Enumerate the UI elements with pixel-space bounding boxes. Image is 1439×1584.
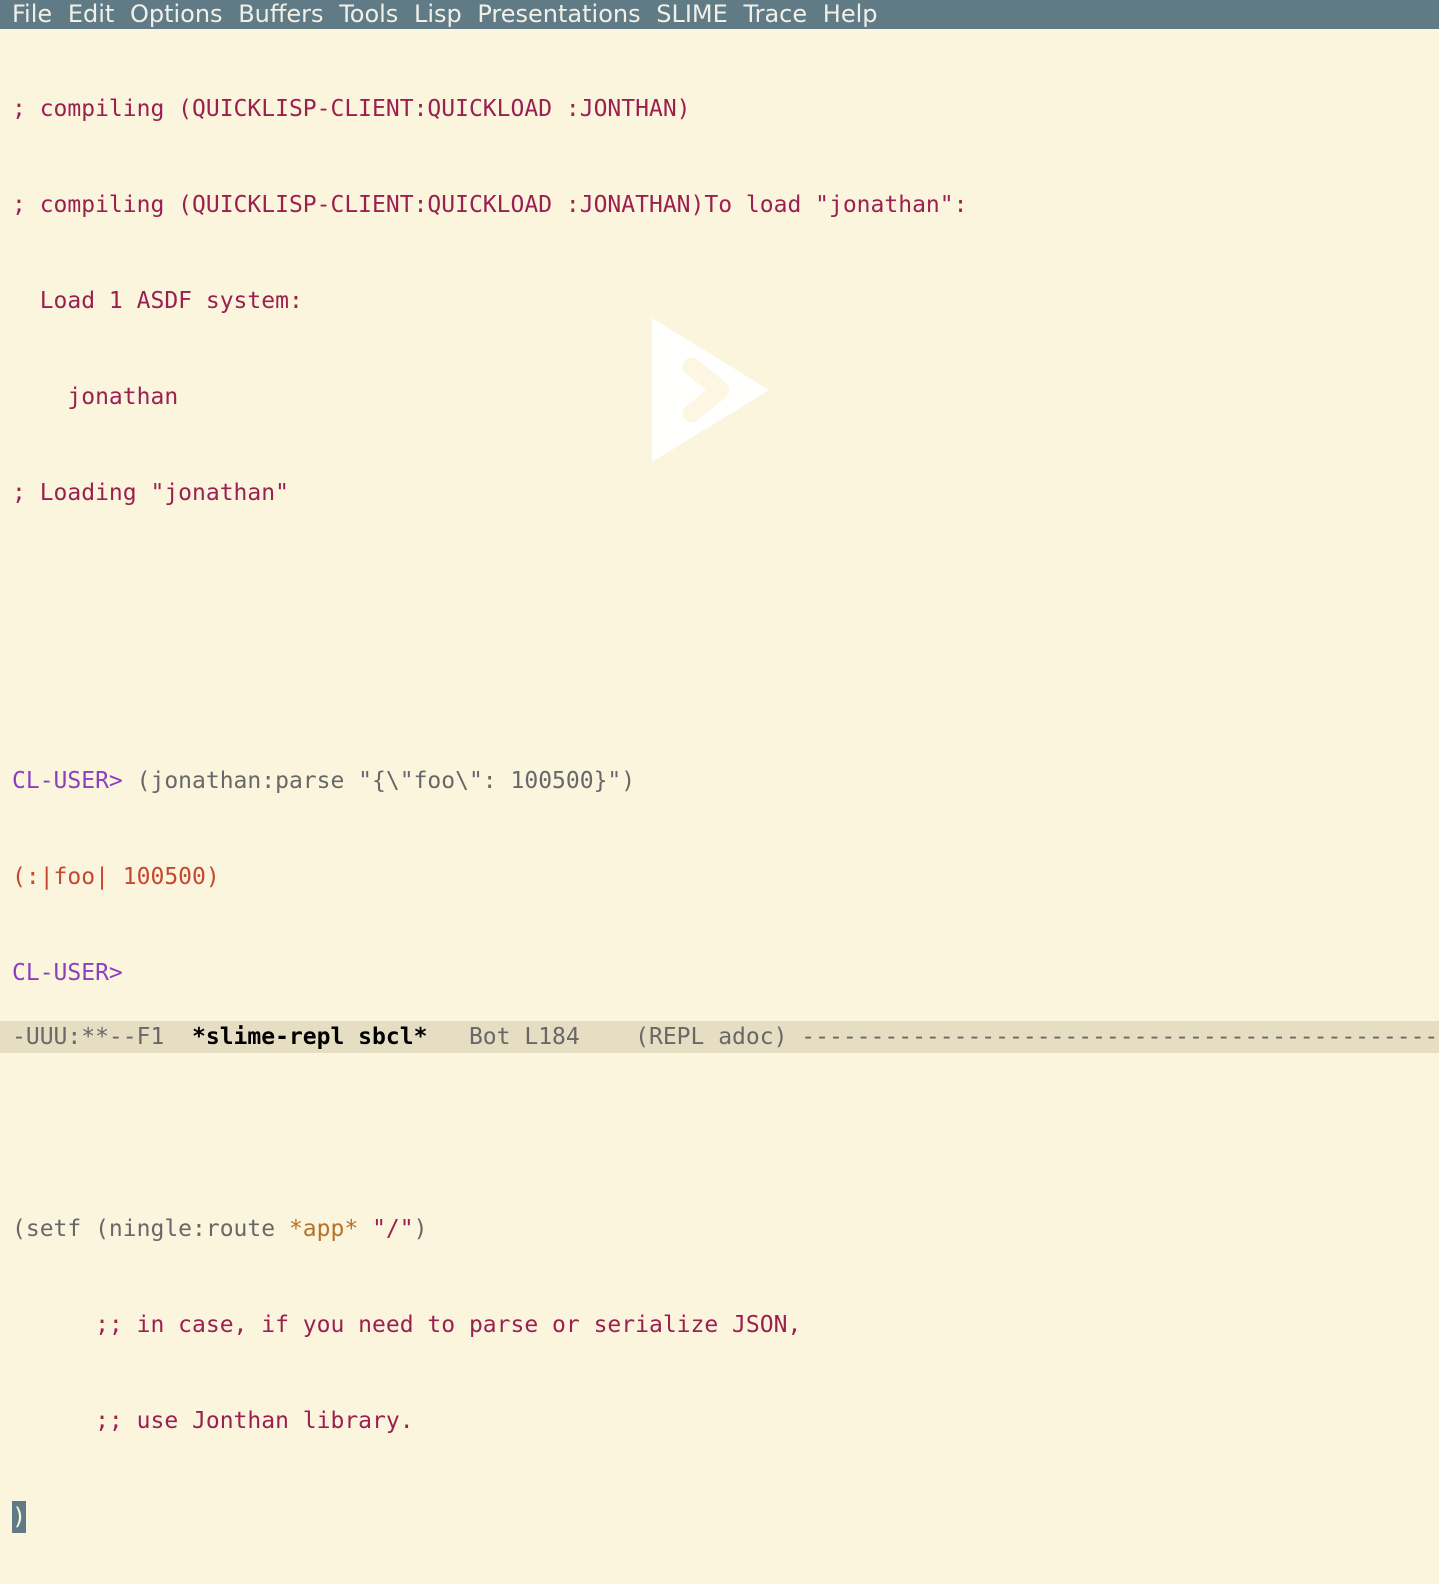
menu-trace[interactable]: Trace xyxy=(743,0,807,28)
editor-buffer[interactable]: (setf (ningle:route *app* "/") ;; in cas… xyxy=(0,1053,1439,1584)
repl-input: (jonathan:parse "{\"foo\": 100500}") xyxy=(137,768,636,794)
repl-prompt: CL-USER> xyxy=(12,768,137,794)
repl-prompt-line[interactable]: CL-USER> xyxy=(12,957,1439,989)
modeline-position: Bot L184 (REPL adoc) xyxy=(427,1024,801,1050)
modeline-dashes: ----------------------------------------… xyxy=(801,1024,1439,1050)
repl-line: Load 1 ASDF system: xyxy=(12,285,1439,317)
menu-bar: File Edit Options Buffers Tools Lisp Pre… xyxy=(0,0,1439,29)
repl-result: (:|foo| 100500) xyxy=(12,861,1439,893)
modeline-flags: -UUU:**--F1 xyxy=(12,1024,192,1050)
modeline-buffer-name: *slime-repl sbcl* xyxy=(192,1024,427,1050)
menu-help[interactable]: Help xyxy=(823,0,878,28)
repl-prompt: CL-USER> xyxy=(12,960,137,986)
repl-buffer[interactable]: ; compiling (QUICKLISP-CLIENT:QUICKLOAD … xyxy=(0,29,1439,1021)
menu-file[interactable]: File xyxy=(12,0,52,28)
code-line: ) xyxy=(12,1501,1439,1533)
menu-buffers[interactable]: Buffers xyxy=(238,0,323,28)
menu-tools[interactable]: Tools xyxy=(339,0,398,28)
cursor: ) xyxy=(12,1501,26,1533)
code-line: (setf (ningle:route *app* "/") xyxy=(12,1213,1439,1245)
menu-lisp[interactable]: Lisp xyxy=(414,0,462,28)
menu-presentations[interactable]: Presentations xyxy=(477,0,640,28)
menu-edit[interactable]: Edit xyxy=(68,0,114,28)
repl-prompt-line: CL-USER> (jonathan:parse "{\"foo\": 1005… xyxy=(12,765,1439,797)
code-comment: ;; in case, if you need to parse or seri… xyxy=(12,1309,1439,1341)
repl-line: jonathan xyxy=(12,381,1439,413)
modeline-repl: -UUU:**--F1 *slime-repl sbcl* Bot L184 (… xyxy=(0,1021,1439,1053)
code-comment: ;; use Jonthan library. xyxy=(12,1405,1439,1437)
repl-line: ; compiling (QUICKLISP-CLIENT:QUICKLOAD … xyxy=(12,93,1439,125)
repl-line: ; Loading "jonathan" xyxy=(12,477,1439,509)
menu-options[interactable]: Options xyxy=(130,0,223,28)
menu-slime[interactable]: SLIME xyxy=(656,0,728,28)
repl-line: ; compiling (QUICKLISP-CLIENT:QUICKLOAD … xyxy=(12,189,1439,221)
